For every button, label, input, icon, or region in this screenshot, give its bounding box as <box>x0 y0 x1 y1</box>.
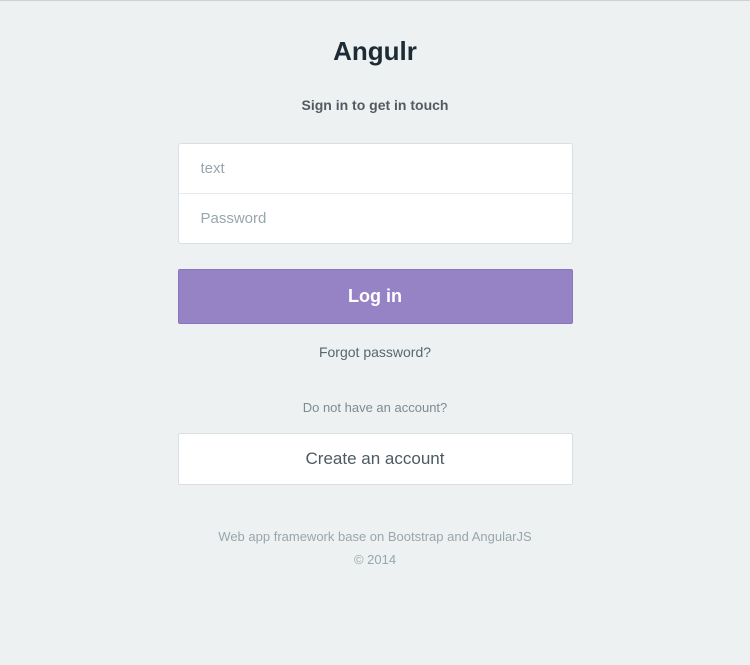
signin-container: Angulr Sign in to get in touch Log in Fo… <box>178 1 573 572</box>
brand-title: Angulr <box>178 36 573 67</box>
footer: Web app framework base on Bootstrap and … <box>178 525 573 572</box>
footer-line-2: © 2014 <box>178 548 573 571</box>
forgot-password-link[interactable]: Forgot password? <box>178 344 573 360</box>
no-account-prompt: Do not have an account? <box>178 400 573 415</box>
username-input[interactable] <box>179 144 572 193</box>
credentials-input-group <box>178 143 573 244</box>
signin-subtitle: Sign in to get in touch <box>178 97 573 113</box>
create-account-button[interactable]: Create an account <box>178 433 573 485</box>
login-button[interactable]: Log in <box>178 269 573 324</box>
password-input[interactable] <box>179 194 572 243</box>
footer-line-1: Web app framework base on Bootstrap and … <box>178 525 573 548</box>
